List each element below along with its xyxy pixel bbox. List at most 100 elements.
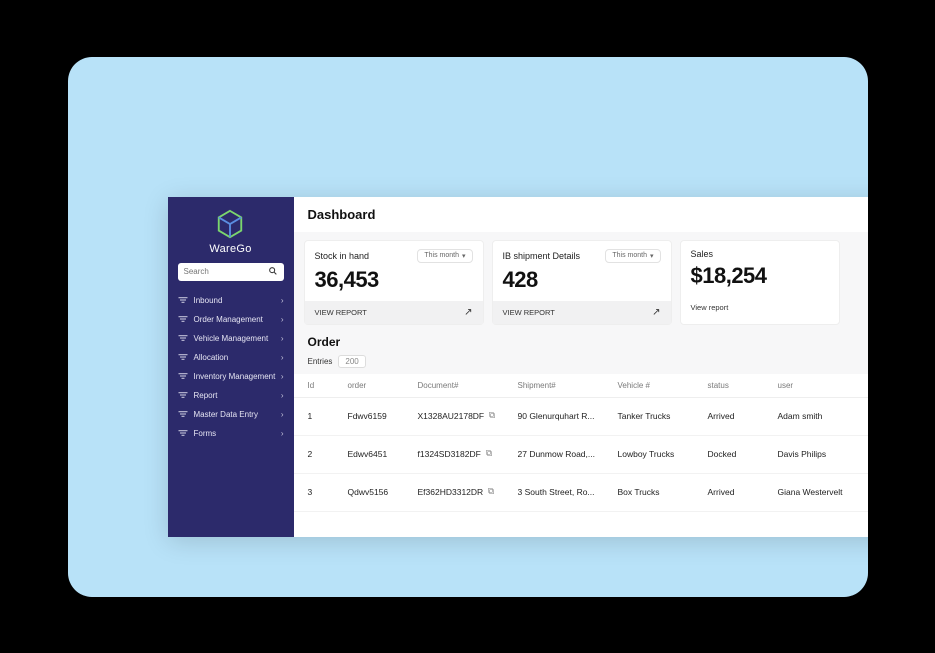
cell-order: Fdwv6159 bbox=[348, 411, 418, 421]
view-report-button[interactable]: VIEW REPORT ↗ bbox=[493, 301, 671, 324]
sidebar-item-label: Forms bbox=[194, 429, 217, 438]
menu-icon bbox=[178, 335, 188, 341]
chevron-right-icon: › bbox=[281, 391, 284, 400]
sidebar-item-report[interactable]: Report › bbox=[168, 386, 294, 405]
sidebar-item-label: Inbound bbox=[194, 296, 223, 305]
menu-icon bbox=[178, 316, 188, 322]
cell-status: Arrived bbox=[708, 411, 778, 421]
cell-document: X1328AU2178DF bbox=[418, 411, 485, 421]
sidebar-item-vehicle-management[interactable]: Vehicle Management › bbox=[168, 329, 294, 348]
table-row[interactable]: 3 Qdwv5156 Ef362HD3312DR 3 South Street,… bbox=[294, 474, 868, 512]
stat-cards-row: Stock in hand This month ▾ 36,453 VIEW R… bbox=[294, 232, 868, 325]
sidebar-item-master-data-entry[interactable]: Master Data Entry › bbox=[168, 405, 294, 424]
copy-icon[interactable] bbox=[488, 411, 496, 421]
section-title: Order bbox=[308, 335, 868, 349]
logo-cube-icon bbox=[215, 209, 245, 239]
sidebar-nav: Inbound › Order Management › bbox=[168, 291, 294, 443]
cell-vehicle: Box Trucks bbox=[618, 487, 708, 497]
table-row[interactable]: 2 Edwv6451 f1324SD3182DF 27 Dunmow Road,… bbox=[294, 436, 868, 474]
stat-card-ib-shipment: IB shipment Details This month ▾ 428 VIE… bbox=[492, 240, 672, 325]
cell-status: Arrived bbox=[708, 487, 778, 497]
cell-order: Edwv6451 bbox=[348, 449, 418, 459]
sidebar-item-label: Order Management bbox=[194, 315, 263, 324]
stat-card-label: Sales bbox=[691, 249, 714, 259]
col-vehicle: Vehicle # bbox=[618, 381, 708, 390]
cell-shipment: 27 Dunmow Road,... bbox=[518, 449, 608, 459]
page-title: Dashboard bbox=[294, 197, 868, 232]
chevron-down-icon: ▾ bbox=[462, 252, 466, 260]
main-content: Dashboard Stock in hand This month ▾ 36,… bbox=[294, 197, 868, 537]
search-icon bbox=[268, 266, 278, 278]
chevron-down-icon: ▾ bbox=[650, 252, 654, 260]
menu-icon bbox=[178, 392, 188, 398]
brand-name: WareGo bbox=[209, 243, 251, 255]
cell-shipment: 90 Glenurquhart R... bbox=[518, 411, 608, 421]
sidebar-item-label: Master Data Entry bbox=[194, 410, 258, 419]
sidebar-item-allocation[interactable]: Allocation › bbox=[168, 348, 294, 367]
cell-id: 1 bbox=[308, 411, 348, 421]
order-section-header: Order Entries 200 bbox=[294, 325, 868, 374]
chevron-right-icon: › bbox=[281, 315, 284, 324]
stat-card-sales: Sales $18,254 View report bbox=[680, 240, 840, 325]
menu-icon bbox=[178, 354, 188, 360]
search-input-container[interactable] bbox=[178, 263, 284, 281]
menu-icon bbox=[178, 430, 188, 436]
cell-vehicle: Lowboy Trucks bbox=[618, 449, 708, 459]
cell-status: Docked bbox=[708, 449, 778, 459]
view-report-label: View report bbox=[691, 303, 729, 312]
sidebar-item-order-management[interactable]: Order Management › bbox=[168, 310, 294, 329]
range-selector[interactable]: This month ▾ bbox=[605, 249, 660, 263]
sidebar-item-inventory-management[interactable]: Inventory Management › bbox=[168, 367, 294, 386]
copy-icon[interactable] bbox=[487, 487, 495, 497]
chevron-right-icon: › bbox=[281, 429, 284, 438]
chevron-right-icon: › bbox=[281, 296, 284, 305]
entries-control: Entries 200 bbox=[308, 355, 868, 368]
copy-icon[interactable] bbox=[485, 449, 493, 459]
cell-order: Qdwv5156 bbox=[348, 487, 418, 497]
sidebar-item-label: Allocation bbox=[194, 353, 229, 362]
range-label: This month bbox=[424, 252, 459, 259]
sidebar-item-label: Vehicle Management bbox=[194, 334, 269, 343]
cell-user: Adam smith bbox=[778, 411, 868, 421]
col-order: order bbox=[348, 381, 418, 390]
view-report-button[interactable]: VIEW REPORT ↗ bbox=[305, 301, 483, 324]
menu-icon bbox=[178, 373, 188, 379]
sidebar-item-inbound[interactable]: Inbound › bbox=[168, 291, 294, 310]
cell-shipment: 3 South Street, Ro... bbox=[518, 487, 608, 497]
arrow-ne-icon: ↗ bbox=[464, 307, 472, 318]
menu-icon bbox=[178, 297, 188, 303]
stat-card-label: Stock in hand bbox=[315, 251, 370, 261]
cell-vehicle: Tanker Trucks bbox=[618, 411, 708, 421]
view-report-label: VIEW REPORT bbox=[315, 308, 367, 317]
app-window: WareGo bbox=[168, 197, 868, 537]
sidebar: WareGo bbox=[168, 197, 294, 537]
sidebar-item-label: Report bbox=[194, 391, 218, 400]
table-row[interactable]: 1 Fdwv6159 X1328AU2178DF 90 Glenurquhart… bbox=[294, 398, 868, 436]
sidebar-item-label: Inventory Management bbox=[194, 372, 276, 381]
stat-card-label: IB shipment Details bbox=[503, 251, 581, 261]
view-report-label: VIEW REPORT bbox=[503, 308, 555, 317]
orders-table: Id order Document# Shipment# Vehicle # s… bbox=[294, 374, 868, 537]
cell-user: Giana Westervelt bbox=[778, 487, 868, 497]
col-shipment: Shipment# bbox=[518, 381, 618, 390]
arrow-ne-icon: ↗ bbox=[652, 307, 660, 318]
sidebar-item-forms[interactable]: Forms › bbox=[168, 424, 294, 443]
stat-card-value: $18,254 bbox=[681, 261, 839, 297]
stat-card-value: 36,453 bbox=[305, 265, 483, 301]
search-input[interactable] bbox=[184, 267, 268, 276]
col-status: status bbox=[708, 381, 778, 390]
cell-document: f1324SD3182DF bbox=[418, 449, 481, 459]
view-report-button[interactable]: View report bbox=[681, 297, 839, 318]
cell-user: Davis Philips bbox=[778, 449, 868, 459]
range-label: This month bbox=[612, 252, 647, 259]
col-id: Id bbox=[308, 381, 348, 390]
table-header-row: Id order Document# Shipment# Vehicle # s… bbox=[294, 374, 868, 398]
col-document: Document# bbox=[418, 381, 518, 390]
chevron-right-icon: › bbox=[281, 372, 284, 381]
chevron-right-icon: › bbox=[281, 353, 284, 362]
cell-document: Ef362HD3312DR bbox=[418, 487, 484, 497]
range-selector[interactable]: This month ▾ bbox=[417, 249, 472, 263]
cell-id: 2 bbox=[308, 449, 348, 459]
entries-count-selector[interactable]: 200 bbox=[338, 355, 365, 368]
chevron-right-icon: › bbox=[281, 410, 284, 419]
